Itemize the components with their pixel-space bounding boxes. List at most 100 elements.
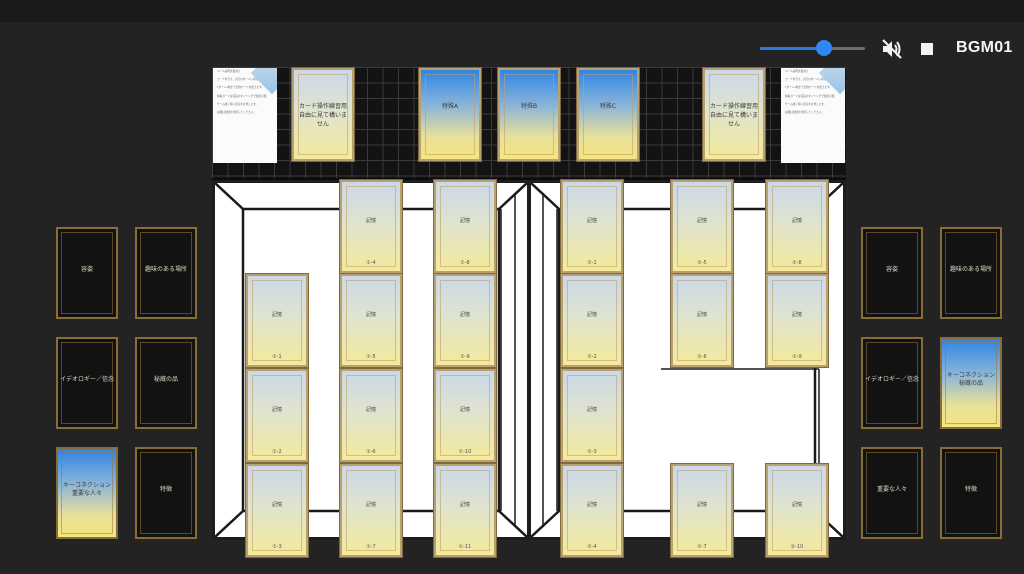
- right-slot[interactable]: 容姿: [861, 227, 923, 319]
- right-slot[interactable]: キーコネクション 秘蔵の品: [940, 337, 1002, 429]
- card-frame: [346, 280, 396, 361]
- card-label: カード操作練習用 自由に見て構いません: [298, 103, 347, 129]
- memory-card[interactable]: 記憶 ①-8: [434, 180, 496, 273]
- card-number: ①-4: [366, 260, 376, 266]
- left-slot[interactable]: 容姿: [56, 227, 118, 319]
- memory-card[interactable]: 記憶 ①-1: [246, 274, 308, 367]
- slot-label: キーコネクション 重要な人々: [62, 482, 111, 498]
- card-label: 特殊A: [441, 103, 459, 111]
- title-bar: [0, 0, 1024, 22]
- memory-card[interactable]: 記憶 ②-10: [766, 464, 828, 557]
- slot-label: イデオロギー／信念: [59, 375, 114, 383]
- card-label: 記憶: [791, 217, 802, 224]
- card-frame: [677, 186, 727, 267]
- slot-label: 趣味のある場所: [144, 265, 187, 273]
- card-label: 特殊C: [599, 103, 617, 111]
- card-number: ①-8: [460, 260, 470, 266]
- right-slot[interactable]: 特徴: [940, 447, 1002, 539]
- special-card-c[interactable]: 特殊C: [577, 68, 639, 161]
- card-number: ②-4: [587, 544, 597, 550]
- card-label: 記憶: [791, 311, 802, 318]
- slot-label: 秘蔵の品: [153, 375, 178, 383]
- volume-mute-icon[interactable]: [881, 39, 903, 59]
- card-label: 記憶: [365, 217, 376, 224]
- memory-card[interactable]: 記憶 ①-3: [246, 464, 308, 557]
- rule-document-1[interactable]: ルール説明文書(仮) カードを引き、自分のターンに場に出します。 1ターン1枚まで記…: [213, 68, 277, 163]
- memory-card[interactable]: 記憶 ②-6: [671, 274, 733, 367]
- document-line: ゲーム終了時に得点を計算します。: [217, 102, 259, 106]
- special-card-a[interactable]: 特殊A: [419, 68, 481, 161]
- card-label: 記憶: [459, 406, 470, 413]
- card-label: 記憶: [586, 217, 597, 224]
- right-slot[interactable]: 趣味のある場所: [940, 227, 1002, 319]
- memory-card[interactable]: 記憶 ②-7: [671, 464, 733, 557]
- volume-fill: [760, 47, 825, 50]
- memory-card[interactable]: 記憶 ②-3: [561, 369, 623, 462]
- memory-card[interactable]: 記憶 ①-5: [340, 274, 402, 367]
- card-number: ②-7: [697, 544, 707, 550]
- volume-slider[interactable]: [760, 40, 865, 56]
- left-slot[interactable]: 特徴: [135, 447, 197, 539]
- left-slot[interactable]: イデオロギー／信念: [56, 337, 118, 429]
- memory-card[interactable]: 記憶 ①-7: [340, 464, 402, 557]
- memory-card[interactable]: 記憶 ①-6: [340, 369, 402, 462]
- slot-label: 特徴: [159, 485, 172, 493]
- memory-card[interactable]: 記憶 ①-4: [340, 180, 402, 273]
- practice-card-right[interactable]: カード操作練習用 自由に見て構いません: [703, 68, 765, 161]
- document-line: 詳細は別紙を参照してください。: [217, 111, 256, 115]
- card-number: ②-10: [790, 544, 804, 550]
- right-slot[interactable]: 重要な人々: [861, 447, 923, 539]
- memory-card[interactable]: 記憶 ②-8: [766, 180, 828, 273]
- volume-thumb[interactable]: [816, 40, 833, 56]
- card-number: ①-1: [272, 354, 282, 360]
- card-label: 記憶: [459, 311, 470, 318]
- rule-document-2[interactable]: ルール説明文書(仮) カードを引き、自分のターンに場に出します。 1ターン1枚まで記…: [781, 68, 845, 163]
- special-card-b[interactable]: 特殊B: [498, 68, 560, 161]
- card-number: ①-9: [460, 354, 470, 360]
- left-slot[interactable]: 趣味のある場所: [135, 227, 197, 319]
- card-label: 記憶: [365, 501, 376, 508]
- document-line: ゲーム終了時に得点を計算します。: [785, 102, 827, 106]
- memory-card[interactable]: 記憶 ①-2: [246, 369, 308, 462]
- card-label: 記憶: [459, 217, 470, 224]
- left-slot[interactable]: 秘蔵の品: [135, 337, 197, 429]
- memory-card[interactable]: 記憶 ②-1: [561, 180, 623, 273]
- memory-card[interactable]: 記憶 ②-2: [561, 274, 623, 367]
- card-frame: [440, 375, 490, 456]
- memory-card[interactable]: 記憶 ①-11: [434, 464, 496, 557]
- stop-icon[interactable]: [921, 43, 933, 55]
- memory-card[interactable]: 記憶 ②-4: [561, 464, 623, 557]
- card-number: ②-3: [587, 449, 597, 455]
- practice-card-left[interactable]: カード操作練習用 自由に見て構いません: [292, 68, 354, 161]
- card-frame: [772, 186, 822, 267]
- card-label: 記憶: [696, 311, 707, 318]
- card-frame: [677, 280, 727, 361]
- card-number: ②-1: [587, 260, 597, 266]
- card-number: ①-6: [366, 449, 376, 455]
- card-frame: [583, 74, 633, 155]
- card-label: 特殊B: [520, 103, 538, 111]
- card-number: ①-11: [458, 544, 472, 550]
- memory-card[interactable]: 記憶 ①-10: [434, 369, 496, 462]
- card-frame: [772, 470, 822, 551]
- card-label: 記憶: [365, 311, 376, 318]
- left-slot[interactable]: キーコネクション 重要な人々: [56, 447, 118, 539]
- slot-label: 特徴: [964, 485, 977, 493]
- card-number: ②-6: [697, 354, 707, 360]
- memory-card[interactable]: 記憶 ①-9: [434, 274, 496, 367]
- card-number: ①-3: [272, 544, 282, 550]
- slot-label: 重要な人々: [876, 485, 907, 493]
- card-frame: [252, 470, 302, 551]
- card-label: 記憶: [271, 406, 282, 413]
- card-frame: [567, 280, 617, 361]
- card-frame: [440, 186, 490, 267]
- card-number: ①-5: [366, 354, 376, 360]
- memory-card[interactable]: 記憶 ②-5: [671, 180, 733, 273]
- slot-label: キーコネクション 秘蔵の品: [946, 372, 995, 388]
- card-number: ①-2: [272, 449, 282, 455]
- document-line: 詳細は別紙を参照してください。: [785, 111, 824, 115]
- card-label: 記憶: [459, 501, 470, 508]
- right-slot[interactable]: イデオロギー／信念: [861, 337, 923, 429]
- document-line: 特殊カードは任意のタイミングで使用可能。: [785, 94, 837, 98]
- memory-card[interactable]: 記憶 ②-9: [766, 274, 828, 367]
